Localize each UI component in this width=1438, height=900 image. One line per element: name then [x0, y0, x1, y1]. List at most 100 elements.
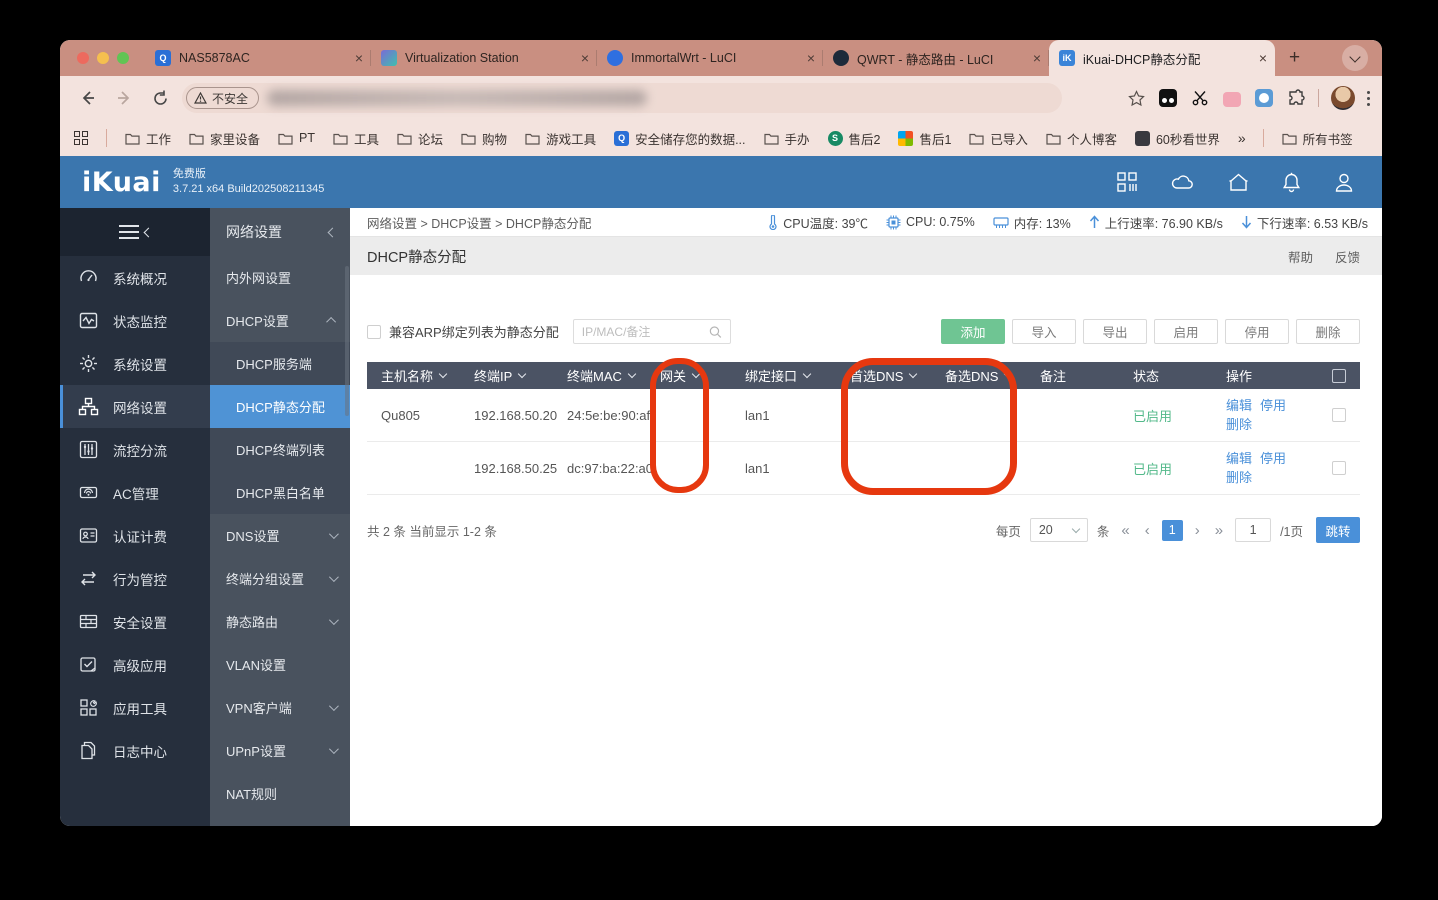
submenu-item-vpn-client[interactable]: VPN客户端	[210, 686, 350, 729]
next-page-button[interactable]: ›	[1192, 522, 1203, 539]
forward-button[interactable]	[110, 84, 138, 112]
home-icon[interactable]	[1228, 172, 1249, 192]
bookmark-folder-figures[interactable]: 手办	[764, 129, 810, 148]
cloud-icon[interactable]	[1171, 173, 1195, 191]
bookmark-all-bookmarks[interactable]: 所有书签	[1282, 129, 1353, 148]
close-tab-icon[interactable]: ×	[581, 50, 589, 66]
minimize-window-button[interactable]	[97, 52, 109, 64]
submenu-item-dhcp-server[interactable]: DHCP服务端	[210, 342, 350, 385]
tab-qwrt[interactable]: QWRT - 静态路由 - LuCI ×	[823, 40, 1049, 76]
chevron-left-icon[interactable]	[328, 227, 338, 237]
bookmark-star-icon[interactable]	[1126, 88, 1146, 108]
tab-search-button[interactable]	[1342, 45, 1368, 71]
extension-cookie-icon[interactable]	[1254, 88, 1274, 108]
bookmark-folder-blog[interactable]: 个人博客	[1046, 129, 1117, 148]
sidebar-item-network-settings[interactable]: 网络设置	[60, 385, 210, 428]
delete-link[interactable]: 删除	[1226, 470, 1252, 485]
close-tab-icon[interactable]: ×	[1033, 50, 1041, 66]
delete-button[interactable]: 删除	[1296, 319, 1360, 344]
export-button[interactable]: 导出	[1083, 319, 1147, 344]
back-button[interactable]	[74, 84, 102, 112]
stop-link[interactable]: 停用	[1260, 451, 1286, 466]
row-checkbox[interactable]	[1332, 461, 1346, 475]
close-window-button[interactable]	[77, 52, 89, 64]
sidebar-item-log-center[interactable]: 日志中心	[60, 729, 210, 772]
tab-virtualization-station[interactable]: Virtualization Station ×	[371, 40, 597, 76]
bookmark-60s-world[interactable]: 60秒看世界	[1135, 129, 1220, 148]
sidebar-item-status-monitor[interactable]: 状态监控	[60, 299, 210, 342]
bookmarks-overflow-button[interactable]: »	[1238, 130, 1245, 146]
col-dns1[interactable]: 首选DNS	[836, 366, 931, 385]
col-hostname[interactable]: 主机名称	[367, 366, 460, 385]
submenu-item-dhcp-blackwhite[interactable]: DHCP黑白名单	[210, 471, 350, 514]
last-page-button[interactable]: »	[1212, 522, 1226, 539]
sidebar-collapse-button[interactable]	[60, 208, 210, 256]
security-chip[interactable]: 不安全	[186, 87, 259, 109]
submenu-item-dhcp-settings[interactable]: DHCP设置	[210, 299, 350, 342]
search-icon[interactable]	[709, 325, 722, 339]
extensions-puzzle-icon[interactable]	[1286, 88, 1306, 108]
import-button[interactable]: 导入	[1012, 319, 1076, 344]
row-checkbox[interactable]	[1332, 408, 1346, 422]
bookmark-folder-home-devices[interactable]: 家里设备	[189, 129, 260, 148]
enable-button[interactable]: 启用	[1154, 319, 1218, 344]
submenu-item-vlan[interactable]: VLAN设置	[210, 643, 350, 686]
extension-scissors-icon[interactable]	[1190, 88, 1210, 108]
apps-icon[interactable]	[1116, 171, 1138, 193]
sidebar-item-auth-billing[interactable]: 认证计费	[60, 514, 210, 557]
apps-grid-icon[interactable]	[74, 131, 88, 145]
col-ip[interactable]: 终端IP	[460, 366, 553, 385]
help-link[interactable]: 帮助	[1288, 247, 1313, 266]
submenu-item-dhcp-static[interactable]: DHCP静态分配	[210, 385, 350, 428]
close-tab-icon[interactable]: ×	[807, 50, 815, 66]
submenu-item-dns[interactable]: DNS设置	[210, 514, 350, 557]
bookmark-aftersale2[interactable]: S售后2	[828, 129, 881, 148]
jump-button[interactable]: 跳转	[1316, 517, 1360, 543]
select-all-checkbox[interactable]	[1332, 369, 1346, 383]
bookmark-folder-pt[interactable]: PT	[278, 131, 315, 145]
tab-ikuai-active[interactable]: iK iKuai-DHCP静态分配 ×	[1049, 40, 1275, 76]
stop-link[interactable]: 停用	[1260, 398, 1286, 413]
bookmark-folder-work[interactable]: 工作	[125, 129, 171, 148]
submenu-scrollbar[interactable]	[345, 266, 349, 416]
delete-link[interactable]: 删除	[1226, 417, 1252, 432]
arp-compat-checkbox[interactable]	[367, 325, 381, 339]
bookmark-aftersale1[interactable]: 售后1	[898, 129, 951, 148]
bell-icon[interactable]	[1282, 172, 1301, 193]
feedback-link[interactable]: 反馈	[1335, 247, 1360, 266]
bookmark-folder-shopping[interactable]: 购物	[461, 129, 507, 148]
sidebar-item-security-settings[interactable]: 安全设置	[60, 600, 210, 643]
zoom-window-button[interactable]	[117, 52, 129, 64]
first-page-button[interactable]: «	[1118, 522, 1132, 539]
reload-button[interactable]	[146, 84, 174, 112]
bookmark-folder-forum[interactable]: 论坛	[397, 129, 443, 148]
submenu-item-dhcp-terminal-list[interactable]: DHCP终端列表	[210, 428, 350, 471]
page-number-input[interactable]: 1	[1235, 518, 1271, 542]
bookmark-qnap[interactable]: Q安全储存您的数据...	[614, 129, 745, 148]
col-dns2[interactable]: 备选DNS	[931, 366, 1026, 385]
per-page-select[interactable]: 20	[1030, 518, 1088, 542]
col-gateway[interactable]: 网关	[646, 366, 731, 385]
search-box[interactable]	[573, 319, 731, 344]
tab-immortalwrt[interactable]: ImmortalWrt - LuCI ×	[597, 40, 823, 76]
close-tab-icon[interactable]: ×	[1259, 50, 1267, 66]
submenu-item-nat-rules[interactable]: NAT规则	[210, 772, 350, 815]
edit-link[interactable]: 编辑	[1226, 398, 1252, 413]
profile-avatar[interactable]	[1331, 86, 1355, 110]
prev-page-button[interactable]: ‹	[1142, 522, 1153, 539]
col-interface[interactable]: 绑定接口	[731, 366, 836, 385]
sidebar-item-system-settings[interactable]: 系统设置	[60, 342, 210, 385]
browser-menu-button[interactable]	[1367, 91, 1370, 106]
user-icon[interactable]	[1334, 172, 1354, 193]
tab-nas[interactable]: Q NAS5878AC ×	[145, 40, 371, 76]
bookmark-folder-imported[interactable]: 已导入	[969, 129, 1028, 148]
sidebar-item-behavior-control[interactable]: 行为管控	[60, 557, 210, 600]
col-mac[interactable]: 终端MAC	[553, 366, 646, 385]
submenu-item-static-route[interactable]: 静态路由	[210, 600, 350, 643]
submenu-item-terminal-group[interactable]: 终端分组设置	[210, 557, 350, 600]
disable-button[interactable]: 停用	[1225, 319, 1289, 344]
sidebar-item-advanced-apps[interactable]: 高级应用	[60, 643, 210, 686]
submenu-item-upnp[interactable]: UPnP设置	[210, 729, 350, 772]
close-tab-icon[interactable]: ×	[355, 50, 363, 66]
sidebar-item-system-overview[interactable]: 系统概况	[60, 256, 210, 299]
